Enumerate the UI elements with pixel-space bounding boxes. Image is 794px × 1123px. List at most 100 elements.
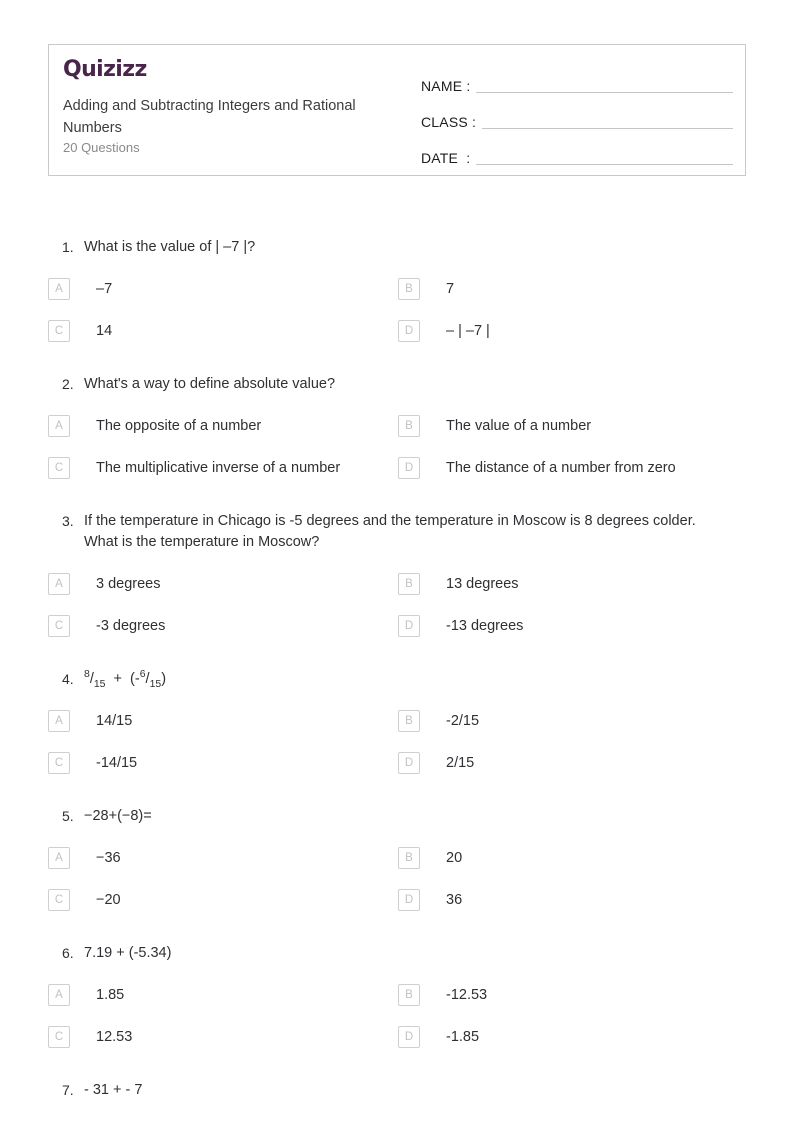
answer-option-c[interactable]: C -14/15: [48, 746, 398, 780]
answer-options: A −36 B 20 C −20 D 36: [48, 841, 748, 917]
question-spacer: [48, 925, 748, 942]
option-letter-box[interactable]: D: [398, 1026, 420, 1048]
header-left-column: Quizizz Adding and Subtracting Integers …: [49, 45, 417, 175]
answer-options-row: A −36 B 20: [48, 841, 748, 875]
answer-option-d[interactable]: D 2/15: [398, 746, 748, 780]
question-header: 7. - 31 + - 7: [48, 1079, 748, 1101]
name-field-label: NAME :: [421, 78, 471, 94]
option-letter-box[interactable]: D: [398, 457, 420, 479]
question-block: 7. - 31 + - 7: [48, 1079, 748, 1101]
answer-options-row: C -14/15 D 2/15: [48, 746, 748, 780]
answer-options: A 14/15 B -2/15 C -14/15 D 2/15: [48, 704, 748, 780]
question-number: 7.: [62, 1082, 74, 1098]
name-field-input-line[interactable]: [476, 92, 733, 93]
question-header: 4. 8/15 + (-6/15): [48, 668, 748, 690]
option-text: 13 degrees: [446, 576, 519, 592]
option-letter-box[interactable]: B: [398, 415, 420, 437]
date-field-input-line[interactable]: [476, 164, 733, 165]
question-number: 6.: [62, 945, 74, 961]
option-text: 1.85: [96, 987, 125, 1003]
option-letter-box[interactable]: C: [48, 615, 70, 637]
answer-option-a[interactable]: A −36: [48, 841, 398, 875]
option-letter-box[interactable]: B: [398, 278, 420, 300]
option-text: The multiplicative inverse of a number: [96, 460, 341, 476]
question-text: - 31 + - 7: [84, 1082, 143, 1098]
option-letter-box[interactable]: A: [48, 278, 70, 300]
answer-option-c[interactable]: C The multiplicative inverse of a number: [48, 451, 398, 485]
question-text: What is the value of | –7 |?: [84, 239, 256, 255]
answer-option-d[interactable]: D -13 degrees: [398, 609, 748, 643]
answer-option-a[interactable]: A –7: [48, 272, 398, 306]
answer-option-b[interactable]: B -2/15: [398, 704, 748, 738]
option-letter-box[interactable]: C: [48, 889, 70, 911]
option-letter-box[interactable]: C: [48, 752, 70, 774]
option-letter-box[interactable]: B: [398, 984, 420, 1006]
answer-option-d[interactable]: D – | –7 |: [398, 314, 748, 348]
answer-option-c[interactable]: C 12.53: [48, 1020, 398, 1054]
answer-option-b[interactable]: B The value of a number: [398, 409, 748, 443]
quizizz-logo: Quizizz: [63, 59, 147, 81]
answer-option-c[interactable]: C 14: [48, 314, 398, 348]
question-header: 6. 7.19 + (-5.34): [48, 942, 748, 964]
option-letter-box[interactable]: C: [48, 1026, 70, 1048]
name-field-row: NAME :: [421, 61, 733, 97]
worksheet-header-card: Quizizz Adding and Subtracting Integers …: [48, 44, 746, 176]
option-letter-box[interactable]: A: [48, 847, 70, 869]
class-field-input-line[interactable]: [482, 128, 733, 129]
student-info-fields: NAME : CLASS : DATE :: [417, 45, 745, 175]
option-letter-box[interactable]: B: [398, 710, 420, 732]
option-letter-box[interactable]: B: [398, 847, 420, 869]
answer-option-a[interactable]: A 1.85: [48, 978, 398, 1012]
option-letter-box[interactable]: D: [398, 320, 420, 342]
option-text: -2/15: [446, 713, 480, 729]
option-letter-box[interactable]: A: [48, 573, 70, 595]
option-text: −20: [96, 892, 121, 908]
option-text: 20: [446, 850, 463, 866]
question-number: 1.: [62, 239, 74, 255]
answer-options-row: A 3 degrees B 13 degrees: [48, 567, 748, 601]
answer-option-d[interactable]: D -1.85: [398, 1020, 748, 1054]
answer-option-c[interactable]: C -3 degrees: [48, 609, 398, 643]
question-text: 8/15 + (-6/15): [84, 669, 167, 690]
question-text: −28+(−8)=: [84, 808, 152, 824]
question-number: 3.: [62, 513, 74, 529]
option-text: -14/15: [96, 755, 138, 771]
answer-option-c[interactable]: C −20: [48, 883, 398, 917]
answer-options-row: A –7 B 7: [48, 272, 748, 306]
question-block: 5. −28+(−8)= A −36 B 20 C −20 D 36: [48, 805, 748, 917]
question-spacer: [48, 1062, 748, 1079]
answer-option-b[interactable]: B7: [398, 272, 748, 306]
answer-option-d[interactable]: D 36: [398, 883, 748, 917]
answer-option-a[interactable]: A 3 degrees: [48, 567, 398, 601]
option-letter-box[interactable]: B: [398, 573, 420, 595]
answer-option-a[interactable]: A The opposite of a number: [48, 409, 398, 443]
option-text: 14/15: [96, 713, 133, 729]
option-letter-box[interactable]: D: [398, 889, 420, 911]
option-letter-box[interactable]: D: [398, 615, 420, 637]
option-letter-box[interactable]: A: [48, 415, 70, 437]
question-spacer: [48, 788, 748, 805]
question-spacer: [48, 651, 748, 668]
date-field-row: DATE :: [421, 133, 733, 169]
option-text: 7: [446, 281, 455, 297]
option-letter-box[interactable]: C: [48, 457, 70, 479]
answer-options-row: C -3 degrees D -13 degrees: [48, 609, 748, 643]
answer-option-b[interactable]: B -12.53: [398, 978, 748, 1012]
answer-options-row: C The multiplicative inverse of a number D…: [48, 451, 748, 485]
question-block: 2. What's a way to define absolute value?…: [48, 373, 748, 485]
answer-option-b[interactable]: B 13 degrees: [398, 567, 748, 601]
option-letter-box[interactable]: D: [398, 752, 420, 774]
question-block: 3. If the temperature in Chicago is -5 de…: [48, 510, 748, 643]
option-letter-box[interactable]: A: [48, 710, 70, 732]
option-letter-box[interactable]: C: [48, 320, 70, 342]
answer-option-a[interactable]: A 14/15: [48, 704, 398, 738]
answer-option-b[interactable]: B 20: [398, 841, 748, 875]
question-header: 5. −28+(−8)=: [48, 805, 748, 827]
answer-options: A The opposite of a number B The value of a…: [48, 409, 748, 485]
answer-option-d[interactable]: D The distance of a number from zero: [398, 451, 748, 485]
option-letter-box[interactable]: A: [48, 984, 70, 1006]
questions-list: 1. What is the value of | –7 |? A –7 B 7 C 14 D –…: [48, 236, 748, 1101]
option-text: 12.53: [96, 1029, 133, 1045]
option-text: The opposite of a number: [96, 418, 262, 434]
option-text: 14: [96, 323, 113, 339]
